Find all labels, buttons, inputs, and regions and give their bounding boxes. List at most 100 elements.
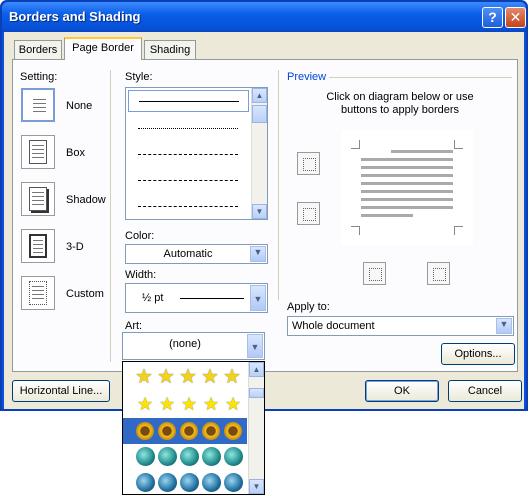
- tab-borders[interactable]: Borders: [14, 40, 62, 60]
- setting-none-label[interactable]: None: [66, 100, 92, 112]
- style-dotted-item[interactable]: [138, 128, 238, 129]
- star-icon: ★: [201, 366, 219, 388]
- separator-left: [110, 70, 111, 362]
- setting-3d-button[interactable]: [21, 229, 55, 263]
- art-item-stars-small[interactable]: ★ ★ ★ ★ ★: [125, 392, 245, 418]
- dialog-title: Borders and Shading: [9, 9, 141, 24]
- setting-custom-button[interactable]: [21, 276, 55, 310]
- scroll-up-icon[interactable]: ▲: [252, 88, 267, 103]
- style-selected-item[interactable]: [128, 90, 249, 112]
- preview-hint-1: Click on diagram below or use: [326, 91, 474, 103]
- art-dropdown-icon[interactable]: ▼: [247, 334, 263, 358]
- apply-to-value: Whole document: [292, 320, 375, 332]
- page-box-icon: [29, 140, 47, 164]
- color-combo[interactable]: Automatic ▼: [125, 244, 268, 264]
- setting-custom-label[interactable]: Custom: [66, 288, 104, 300]
- globe-icon: [202, 473, 221, 492]
- scroll-down-icon[interactable]: ▼: [249, 479, 264, 494]
- separator-right: [278, 70, 279, 300]
- width-line-sample: [180, 298, 244, 299]
- preview-rule: [329, 77, 512, 78]
- art-item-stars-large[interactable]: ★ ★ ★ ★ ★: [125, 365, 245, 391]
- page-3d-icon: [29, 234, 47, 258]
- art-item-globes-2[interactable]: [125, 470, 245, 494]
- style-label: Style:: [125, 71, 153, 83]
- cancel-button[interactable]: Cancel: [448, 380, 522, 402]
- ok-button[interactable]: OK: [365, 380, 439, 402]
- horizontal-line-button[interactable]: Horizontal Line...: [12, 380, 110, 402]
- preview-diagram[interactable]: [341, 130, 473, 245]
- star-icon: ★: [159, 394, 176, 414]
- star-icon: ★: [203, 394, 220, 414]
- art-scrollbar[interactable]: ▲ ▼: [248, 362, 264, 494]
- art-label: Art:: [125, 320, 143, 332]
- preview-hint-2: buttons to apply borders: [340, 104, 460, 116]
- apply-to-label: Apply to:: [287, 301, 330, 313]
- art-item-sunflowers-selected[interactable]: [123, 418, 247, 444]
- bottom-border-icon: [303, 208, 316, 221]
- color-label: Color:: [125, 230, 155, 242]
- width-combo[interactable]: ½ pt ▼: [125, 283, 268, 313]
- options-button[interactable]: Options...: [441, 343, 515, 365]
- sunflower-icon: [180, 422, 198, 440]
- star-icon: ★: [157, 366, 175, 388]
- page-custom-icon: [29, 281, 47, 305]
- top-border-icon: [303, 158, 316, 171]
- help-button[interactable]: ?: [482, 7, 503, 28]
- bottom-border-button[interactable]: [297, 202, 320, 225]
- sunflower-icon: [224, 422, 242, 440]
- globe-icon: [136, 473, 155, 492]
- width-value: ½ pt: [142, 292, 164, 304]
- style-dashdot-item[interactable]: [138, 206, 238, 207]
- title-bar[interactable]: Borders and Shading ? ✕: [2, 2, 526, 32]
- globe-icon: [158, 447, 177, 466]
- setting-box-label[interactable]: Box: [66, 147, 85, 159]
- star-icon: ★: [225, 394, 242, 414]
- tab-shading[interactable]: Shading: [144, 40, 196, 60]
- setting-box-button[interactable]: [21, 135, 55, 169]
- page-shadow-icon: [29, 187, 47, 211]
- art-item-globes-1[interactable]: [125, 444, 245, 470]
- style-scrollbar[interactable]: ▲ ▼: [251, 88, 267, 219]
- globe-icon: [202, 447, 221, 466]
- width-label: Width:: [125, 269, 157, 281]
- star-icon: ★: [223, 366, 241, 388]
- star-icon: ★: [179, 366, 197, 388]
- globe-icon: [180, 473, 199, 492]
- star-icon: ★: [135, 366, 153, 388]
- scroll-down-icon[interactable]: ▼: [252, 204, 267, 219]
- setting-shadow-label[interactable]: Shadow: [66, 194, 106, 206]
- style-longdash-item[interactable]: [138, 180, 238, 181]
- sunflower-icon: [136, 422, 154, 440]
- color-dropdown-icon[interactable]: ▼: [250, 246, 266, 262]
- apply-to-combo[interactable]: Whole document ▼: [287, 316, 514, 336]
- art-combo[interactable]: (none) ▼: [122, 332, 265, 360]
- close-button[interactable]: ✕: [505, 7, 526, 28]
- setting-3d-label[interactable]: 3-D: [66, 241, 84, 253]
- globe-icon: [180, 447, 199, 466]
- tab-panel: Setting: None Box Shadow 3-D Custom Styl…: [12, 59, 518, 372]
- scroll-thumb[interactable]: [249, 388, 264, 398]
- setting-none-button[interactable]: [21, 88, 55, 122]
- globe-icon: [224, 473, 243, 492]
- right-border-icon: [433, 268, 446, 281]
- scroll-up-icon[interactable]: ▲: [249, 362, 264, 377]
- tab-page-border[interactable]: Page Border: [64, 37, 142, 60]
- art-dropdown-list[interactable]: ★ ★ ★ ★ ★ ★ ★ ★ ★ ★ ▲ ▼: [122, 361, 265, 495]
- setting-shadow-button[interactable]: [21, 182, 55, 216]
- width-dropdown-icon[interactable]: ▼: [250, 285, 266, 311]
- sunflower-icon: [202, 422, 220, 440]
- top-border-button[interactable]: [297, 152, 320, 175]
- style-dashed-item[interactable]: [138, 154, 238, 155]
- color-value: Automatic: [163, 248, 213, 260]
- globe-icon: [224, 447, 243, 466]
- scroll-thumb[interactable]: [252, 105, 267, 123]
- art-value: (none): [169, 338, 201, 350]
- globe-icon: [158, 473, 177, 492]
- style-listbox[interactable]: ▲ ▼: [125, 87, 268, 220]
- page-none-icon: [30, 94, 48, 118]
- right-border-button[interactable]: [427, 262, 450, 285]
- left-border-button[interactable]: [363, 262, 386, 285]
- globe-icon: [136, 447, 155, 466]
- apply-to-dropdown-icon[interactable]: ▼: [496, 318, 512, 334]
